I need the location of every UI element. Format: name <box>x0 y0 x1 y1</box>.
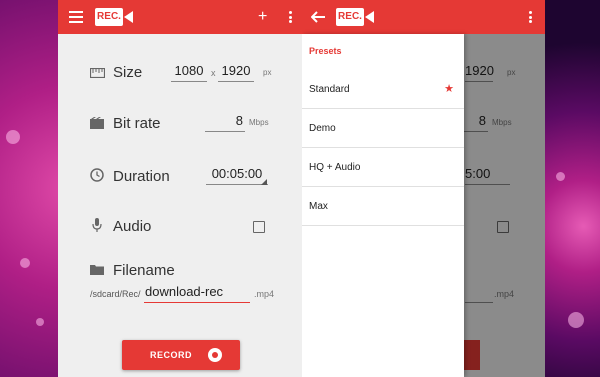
width-field[interactable]: 1080 <box>171 60 207 82</box>
movie-icon <box>90 117 104 129</box>
presets-screen: 1920 px 8 Mbps 5:00 .mp4 REC. Presets St… <box>302 0 545 377</box>
back-arrow-icon[interactable] <box>311 11 325 23</box>
preset-item-hq-audio[interactable]: HQ + Audio <box>302 148 464 187</box>
duration-label: Duration <box>113 168 170 185</box>
duration-dropdown[interactable]: 00:05:00 <box>206 163 268 185</box>
size-separator: x <box>211 68 216 78</box>
logo-camera-icon <box>365 11 374 23</box>
plus-icon[interactable]: + <box>258 0 267 34</box>
record-dot-icon <box>208 348 222 362</box>
filename-input[interactable]: download-rec <box>144 281 250 303</box>
clock-icon <box>90 168 104 182</box>
filename-label: Filename <box>113 262 175 279</box>
logo-text: REC. <box>336 8 364 26</box>
preset-item-max[interactable]: Max <box>302 187 464 226</box>
size-label: Size <box>113 64 143 81</box>
record-button[interactable]: RECORD <box>122 340 240 370</box>
dropdown-corner-icon <box>261 179 267 185</box>
size-ruler-icon <box>90 68 105 78</box>
microphone-icon <box>92 218 102 232</box>
bitrate-label: Bit rate <box>113 115 161 132</box>
scrim-overlay[interactable] <box>464 34 545 377</box>
size-row: Size 1080 x 1920 px <box>58 60 302 86</box>
overflow-menu-icon[interactable] <box>529 11 532 23</box>
duration-row: Duration 00:05:00 <box>58 165 302 191</box>
app-bar: REC. + <box>58 0 302 34</box>
bitrate-row: Bit rate 8 Mbps <box>58 112 302 138</box>
bokeh-light <box>36 318 44 326</box>
presets-header: Presets <box>309 46 342 56</box>
bokeh-light <box>6 130 20 144</box>
logo-camera-icon <box>124 11 133 23</box>
preset-label: Demo <box>309 123 336 134</box>
preset-item-standard[interactable]: Standard ★ <box>302 70 464 109</box>
preset-item-demo[interactable]: Demo <box>302 109 464 148</box>
folder-icon <box>90 265 104 275</box>
settings-screen: REC. + Size 1080 x 1920 px Bit rate 8 Mb… <box>58 0 302 377</box>
hamburger-icon[interactable] <box>69 11 83 23</box>
bokeh-light <box>568 312 584 328</box>
audio-row: Audio <box>58 215 302 239</box>
record-button-label: RECORD <box>150 350 193 360</box>
app-bar: REC. <box>302 0 545 34</box>
star-icon: ★ <box>444 83 454 95</box>
preset-label: Max <box>309 201 328 212</box>
height-field[interactable]: 1920 <box>218 60 254 82</box>
bokeh-light <box>556 172 565 181</box>
presets-drawer: Presets Standard ★ Demo HQ + Audio Max <box>302 34 464 377</box>
bitrate-field[interactable]: 8 <box>205 110 245 132</box>
logo-text: REC. <box>95 8 123 26</box>
bokeh-light <box>20 258 30 268</box>
filename-extension: .mp4 <box>254 289 275 299</box>
preset-label: Standard <box>309 84 350 95</box>
overflow-menu-icon[interactable] <box>289 11 292 23</box>
size-unit: px <box>263 68 272 77</box>
filename-prefix: /sdcard/Rec/ <box>90 289 141 299</box>
filename-row: Filename /sdcard/Rec/ download-rec .mp4 <box>58 260 302 310</box>
bitrate-unit: Mbps <box>249 118 269 127</box>
preset-label: HQ + Audio <box>309 162 361 173</box>
audio-checkbox[interactable] <box>253 221 265 233</box>
audio-label: Audio <box>113 218 152 235</box>
